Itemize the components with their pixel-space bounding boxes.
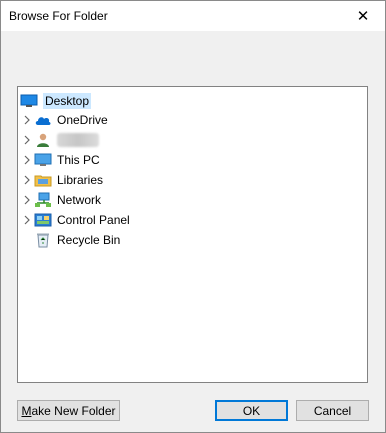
button-label: ake New Folder — [31, 403, 116, 418]
button-label: OK — [242, 403, 261, 418]
user-icon — [34, 132, 52, 148]
tree-item-recycle-bin[interactable]: Recycle Bin — [34, 230, 120, 250]
libraries-icon — [34, 172, 52, 188]
tree-item-label: OneDrive — [57, 113, 108, 127]
tree-item-this-pc[interactable]: This PC — [20, 150, 100, 170]
expand-chevron-icon[interactable] — [20, 210, 34, 230]
tree-item-label: Recycle Bin — [57, 233, 121, 247]
tree-item-label: Libraries — [57, 173, 104, 187]
redacted-username — [57, 133, 99, 147]
tree-item-onedrive[interactable]: OneDrive — [20, 110, 108, 130]
expand-chevron-icon[interactable] — [20, 150, 34, 170]
desktop-icon — [20, 93, 38, 109]
tree-item-label: Control Panel — [57, 213, 130, 227]
browse-for-folder-dialog: Browse For Folder ✕ Desktop OneDrive Thi… — [0, 0, 386, 433]
ok-button[interactable]: OK — [215, 400, 288, 421]
expand-chevron-icon[interactable] — [20, 130, 34, 150]
title-bar: Browse For Folder ✕ — [1, 1, 385, 31]
tree-item-desktop[interactable]: Desktop — [20, 91, 92, 111]
tree-item-user[interactable] — [20, 130, 99, 150]
folder-tree[interactable]: Desktop OneDrive This PC Libraries Netwo… — [17, 86, 368, 383]
tree-item-network[interactable]: Network — [20, 190, 101, 210]
recycle-bin-icon — [34, 232, 52, 248]
tree-item-label: This PC — [57, 153, 100, 167]
make-new-folder-button[interactable]: Make New Folder — [17, 400, 120, 421]
cloud-icon — [34, 112, 52, 128]
button-label: Cancel — [313, 403, 352, 418]
control-panel-icon — [34, 212, 52, 228]
tree-item-libraries[interactable]: Libraries — [20, 170, 103, 190]
close-icon: ✕ — [356, 8, 370, 25]
dialog-title: Browse For Folder — [9, 9, 108, 23]
tree-item-label: Desktop — [43, 93, 92, 109]
tree-item-control-panel[interactable]: Control Panel — [20, 210, 130, 230]
computer-icon — [34, 152, 52, 168]
cancel-button[interactable]: Cancel — [296, 400, 369, 421]
expand-chevron-icon[interactable] — [20, 190, 34, 210]
expand-chevron-icon[interactable] — [20, 110, 34, 130]
network-icon — [34, 192, 52, 208]
tree-item-label: Network — [57, 193, 102, 207]
access-key: M — [21, 403, 32, 418]
close-button[interactable]: ✕ — [341, 1, 385, 31]
expand-chevron-icon[interactable] — [20, 170, 34, 190]
